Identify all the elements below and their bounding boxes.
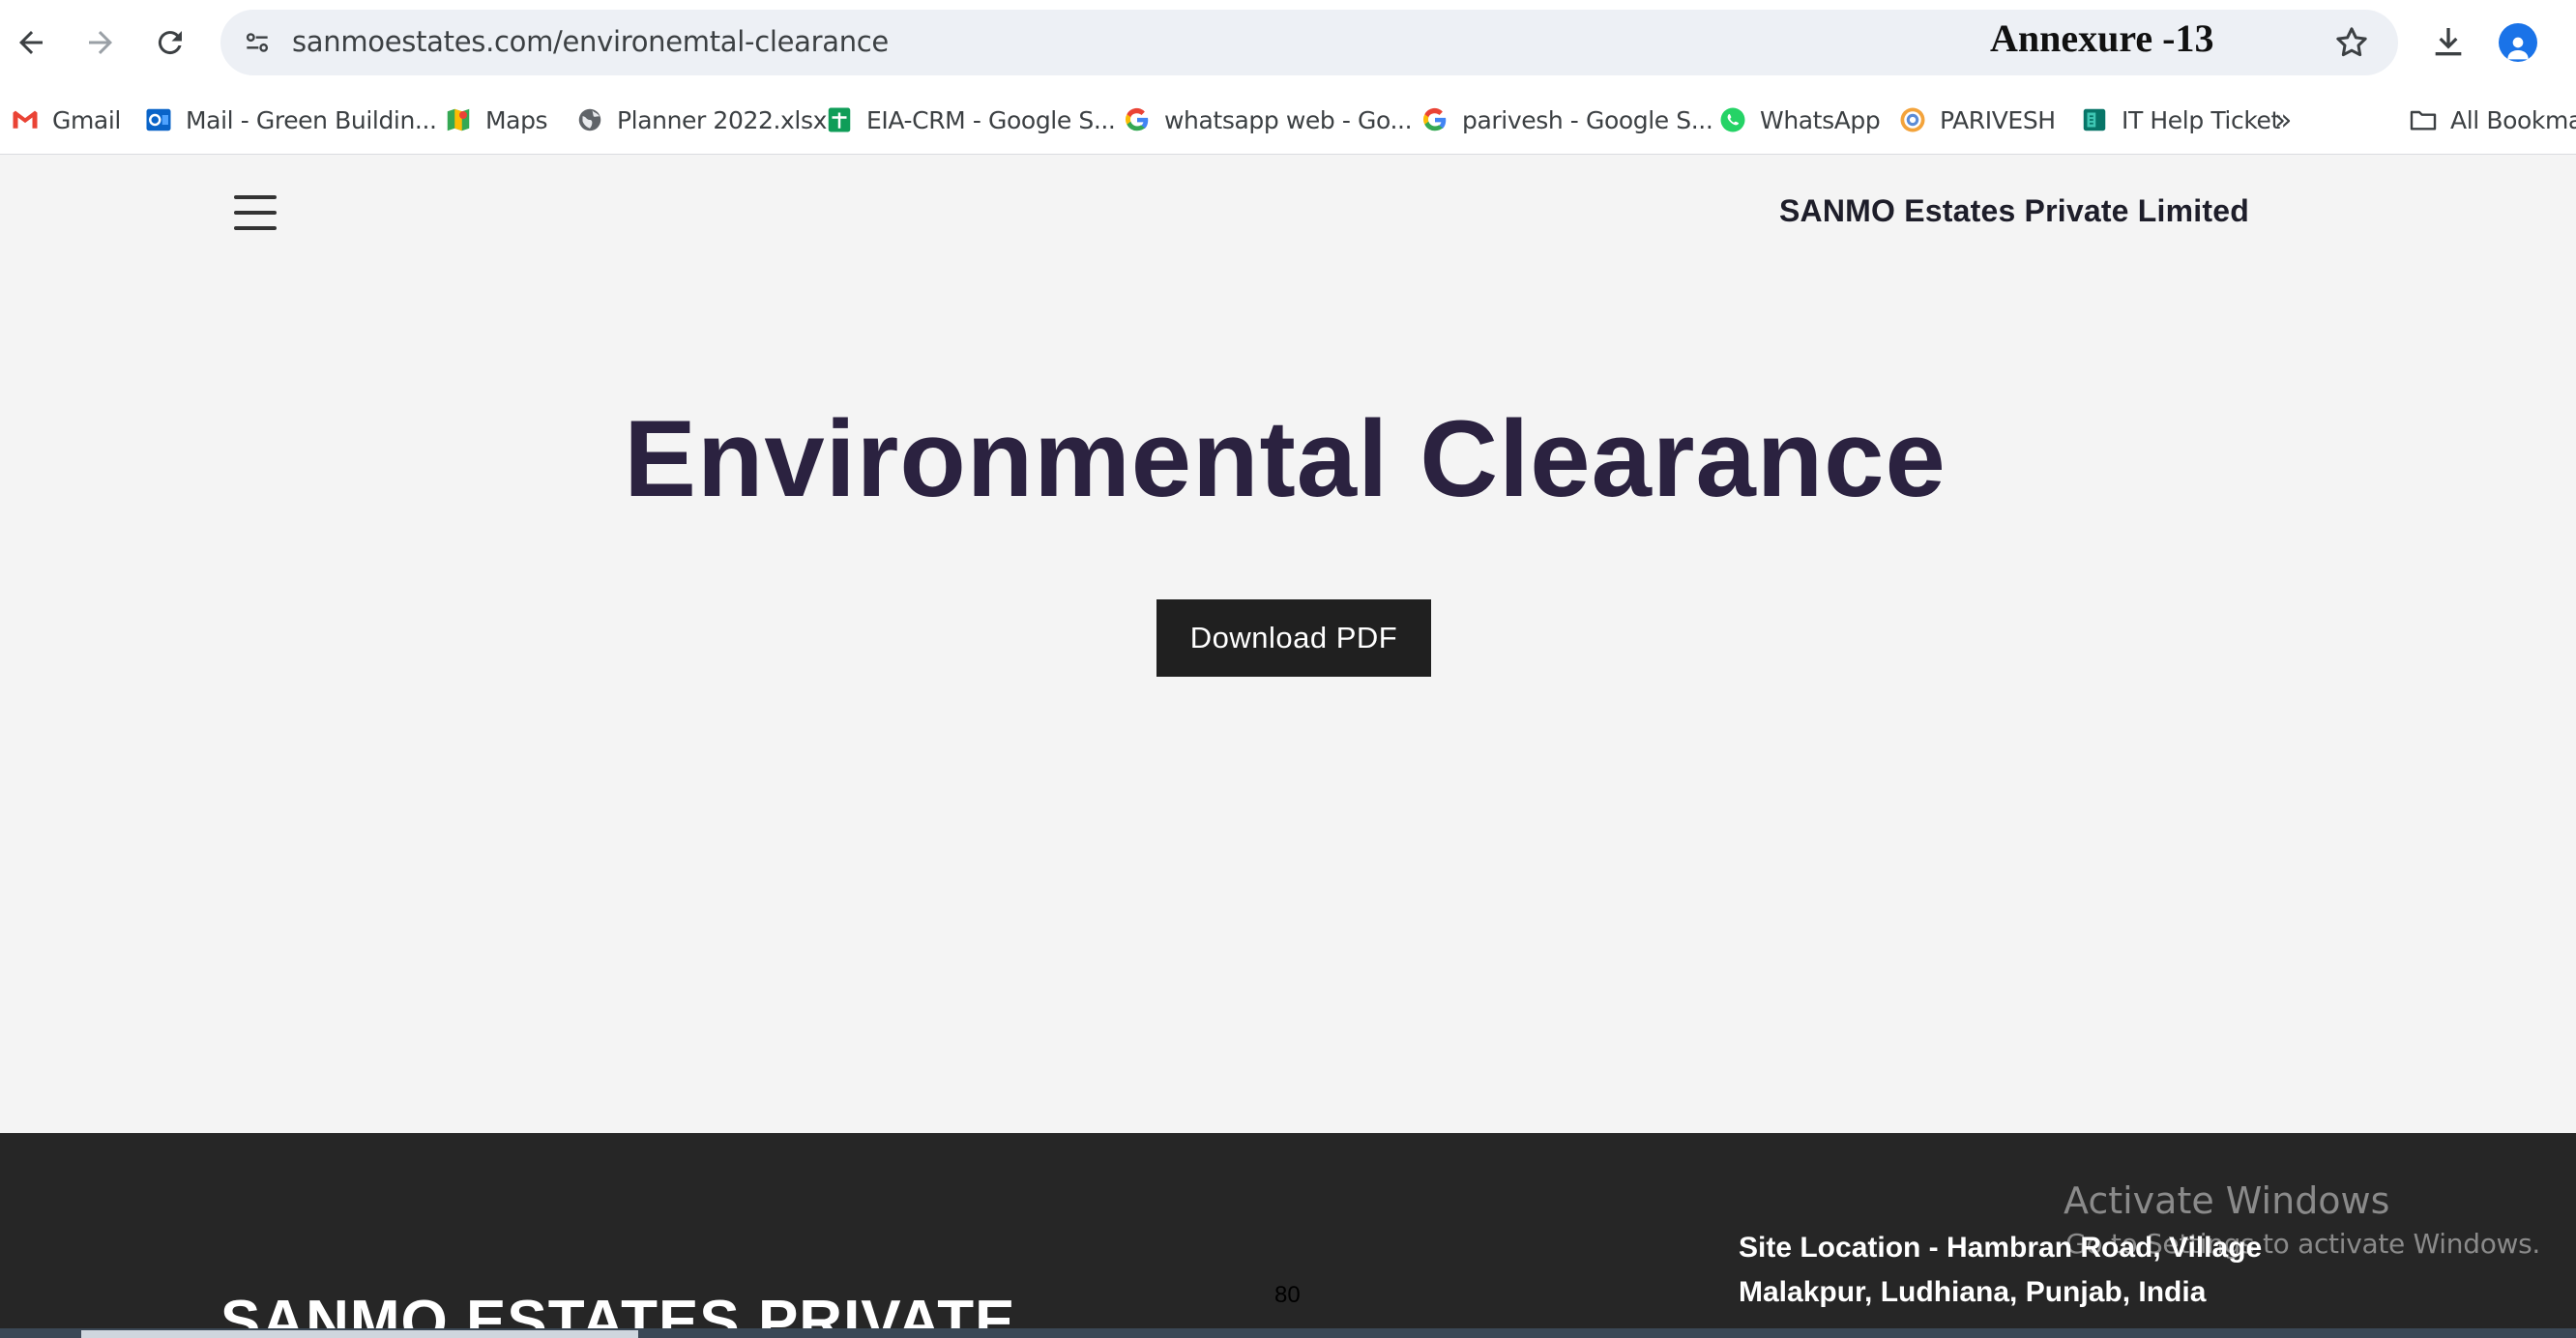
bookmark-eia-crm[interactable]: EIA-CRM - Google S... [824,99,1116,141]
globe-icon [574,104,605,135]
reload-icon [158,31,182,55]
site-location: Site Location - Hambran Road, Village Ma… [1739,1232,2263,1308]
sheets-icon [824,104,855,135]
url-text[interactable]: sanmoestates.com/environemtal-clearance [292,25,889,58]
bookmark-gmail[interactable]: Gmail [10,99,121,141]
parivesh-icon [1897,104,1928,135]
bookmarks-bar: Gmail Mail - Green Buildin... Maps Plann… [0,85,2576,155]
forward-button[interactable] [72,14,130,72]
taskbar-highlight [81,1330,638,1338]
reload-button[interactable] [141,14,199,72]
downloads-button[interactable] [2425,19,2472,66]
brand-name[interactable]: SANMO Estates Private Limited [1779,193,2249,229]
whatsapp-icon [1717,104,1748,135]
forward-arrow-icon [89,31,112,54]
bookmarks-overflow-button[interactable]: » [2274,99,2292,141]
annexure-label: Annexure -13 [1990,16,2214,60]
forms-icon [2079,104,2110,135]
site-footer: SANMO ESTATES PRIVATE Activate Windows G… [0,1133,2576,1338]
gmail-icon [10,104,41,135]
folder-icon [2408,104,2439,135]
activate-windows-title: Activate Windows [2064,1179,2390,1222]
bookmark-whatsapp-web-search[interactable]: whatsapp web - Go... [1122,99,1413,141]
profile-button[interactable] [2495,19,2541,66]
bookmark-it-help-ticket[interactable]: IT Help Ticket [2079,99,2280,141]
download-icon [2435,28,2462,56]
all-bookmarks[interactable]: All Bookmarks [2408,99,2576,141]
back-arrow-icon [19,31,43,54]
outlook-icon [143,104,174,135]
bookmark-planner[interactable]: Planner 2022.xlsx [574,99,827,141]
page-title: Environmental Clearance [624,398,1947,519]
download-pdf-button[interactable]: Download PDF [1156,599,1431,677]
screen: sanmoestates.com/environemtal-clearance … [0,0,2576,1338]
avatar [2499,23,2537,62]
google-icon [1122,104,1153,135]
bookmark-maps[interactable]: Maps [443,99,548,141]
maps-icon [443,104,474,135]
site-header: SANMO Estates Private Limited [0,155,2576,271]
bookmark-star-icon[interactable] [2332,23,2371,62]
google-icon [1420,104,1450,135]
browser-toolbar: sanmoestates.com/environemtal-clearance … [0,0,2576,85]
bookmark-parivesh-search[interactable]: parivesh - Google S... [1420,99,1713,141]
bookmark-outlook-mail[interactable]: Mail - Green Buildin... [143,99,437,141]
bookmark-whatsapp[interactable]: WhatsApp [1717,99,1881,141]
hamburger-menu-icon[interactable] [234,195,277,230]
site-info-icon[interactable] [238,23,277,62]
bookmark-parivesh[interactable]: PARIVESH [1897,99,2056,141]
page-number: 80 [1274,1282,1301,1308]
back-button[interactable] [2,14,60,72]
